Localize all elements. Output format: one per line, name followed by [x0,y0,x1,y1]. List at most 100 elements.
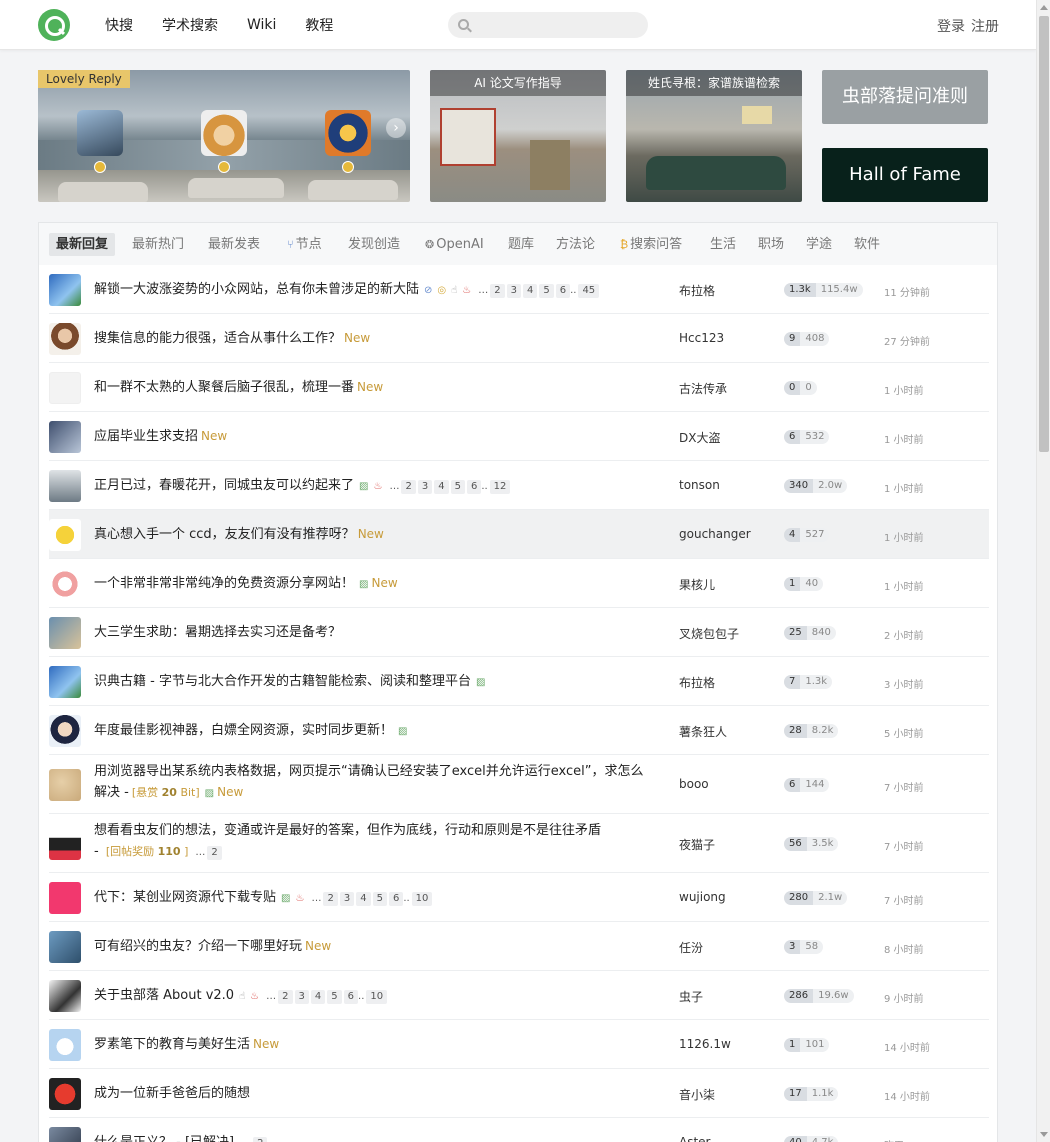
tab-nodes[interactable]: ⑂ 节点 [280,233,329,256]
topic-row[interactable]: 什么是正义？ - [已解决] …2 Aster 404.7k 昨天 23:31 [49,1118,989,1142]
topic-title[interactable]: 识典古籍 - 字节与北大合作开发的古籍智能检索、阅读和整理平台 ▨ [94,671,654,693]
topic-title[interactable]: 大三学生求助：暑期选择去实习还是备考？ [94,622,654,643]
topic-row[interactable]: 年度最佳影视神器，白嫖全网资源，实时同步更新！ ▨ 薯条狂人 28 8.2k 5 小时前 [49,706,989,755]
register-link[interactable]: 注册 [971,19,999,35]
page-link[interactable]: 2 [253,1137,268,1142]
topic-title[interactable]: 搜集信息的能力很强，适合从事什么工作？ New [94,328,654,349]
scrollbar-thumb[interactable] [1039,16,1049,452]
scroll-down-arrow-icon[interactable] [1040,1132,1048,1137]
page-link[interactable]: 10 [411,892,433,906]
page-link[interactable]: 2 [207,846,222,860]
page-link[interactable]: 2 [278,990,293,1004]
topic-title[interactable]: 解锁一大波涨姿势的小众网站，总有你未曾涉足的新大陆 ⊘ ◎ ☝ ♨… 2 3 4 5 6.. 45 [94,279,654,301]
topic-author[interactable]: 薯条狂人 [679,723,727,740]
page-link[interactable]: 4 [310,990,326,1004]
tab-software[interactable]: 软件 [847,233,887,256]
carousel-next-icon[interactable]: › [386,118,406,138]
topic-title-text[interactable]: 罗素笔下的教育与美好生活 [94,1037,250,1052]
topic-title[interactable]: 想看看虫友们的想法，变通或许是最好的答案，但作为底线，行动和原则是不是往往矛盾 -… [94,820,654,863]
page-link[interactable]: 6 [555,284,571,298]
page-link[interactable]: 2 [323,892,338,906]
topic-title-text[interactable]: 一个非常非常非常纯净的免费资源分享网站！ [94,576,354,591]
page-link[interactable]: 5 [327,990,342,1004]
avatar[interactable] [49,420,81,453]
topic-title-text[interactable]: 真心想入手一个 ccd，友友们有没有推荐呀？ [94,527,355,542]
page-link[interactable]: 5 [539,284,554,298]
avatar[interactable] [49,567,81,600]
topic-title-text[interactable]: 识典古籍 - 字节与北大合作开发的古籍智能检索、阅读和整理平台 [94,674,471,689]
tab-latest-post[interactable]: 最新发表 [201,233,267,256]
page-link[interactable]: 3 [339,892,355,906]
tab-search-qa[interactable]: ₿ 搜索问答 [613,233,689,256]
avatar[interactable] [49,827,81,860]
page-link[interactable]: 3 [417,480,433,494]
topic-author[interactable]: 叉烧包包子 [679,625,739,642]
page-link[interactable]: 4 [522,284,538,298]
topic-row[interactable]: 想看看虫友们的想法，变通或许是最好的答案，但作为底线，行动和原则是不是往往矛盾 -… [49,814,989,873]
topic-row[interactable]: 用浏览器导出某系统内表格数据，网页提示“请确认已经安装了excel并允许运行ex… [49,755,989,814]
tab-latest-reply[interactable]: 最新回复 [49,233,116,256]
topic-row[interactable]: 关于虫部落 About v2.0 ☝ ♨ … 2 3 4 5 6.. 10 虫子 286 19.6w 9 … [49,971,989,1020]
topic-title[interactable]: 和一群不太熟的人聚餐后脑子很乱，梳理一番 New [94,377,654,398]
topic-title[interactable]: 正月已过，春暖花开，同城虫友可以约起来了 ▨ ♨ … 2 3 4 5 6.. 12 [94,475,654,497]
page-link[interactable]: 4 [356,892,371,906]
featured-avatar[interactable] [77,110,123,156]
avatar[interactable] [49,665,81,698]
topic-title[interactable]: 一个非常非常非常纯净的免费资源分享网站！ ▨ New [94,573,654,595]
topic-row[interactable]: 搜集信息的能力很强，适合从事什么工作？ New Hcc123 9 408 27 分钟前 [49,314,989,363]
page-link[interactable]: 3 [506,284,521,298]
hall-of-fame-button[interactable]: Hall of Fame [822,148,988,202]
page-link[interactable]: 5 [450,480,465,494]
topic-author[interactable]: 布拉格 [679,674,715,691]
avatar[interactable] [49,1077,81,1110]
topic-title[interactable]: 应届毕业生求支招 New [94,426,654,447]
page-link[interactable]: 45 [578,284,600,298]
page-link[interactable]: 5 [372,892,387,906]
topic-author[interactable]: tonson [679,478,720,492]
avatar[interactable] [49,881,81,914]
topic-row[interactable]: 一个非常非常非常纯净的免费资源分享网站！ ▨ New 果核儿 1 40 1 小时前 [49,559,989,608]
avatar[interactable] [49,273,81,306]
lovely-reply-carousel[interactable]: › [38,70,410,202]
tab-question-bank[interactable]: 题库 [501,233,541,256]
topic-title[interactable]: 罗素笔下的教育与美好生活 New [94,1034,654,1055]
topic-title-text[interactable]: 想看看虫友们的想法，变通或许是最好的答案，但作为底线，行动和原则是不是往往矛盾 [94,823,601,838]
topic-author[interactable]: DX大盗 [679,429,720,446]
avatar[interactable] [49,930,81,963]
topic-title-text[interactable]: 年度最佳影视神器，白嫖全网资源，实时同步更新！ [94,723,393,738]
topic-title-text[interactable]: 代下：某创业网资源代下载专贴 [94,890,276,905]
featured-avatar[interactable] [325,110,371,156]
topic-title-text[interactable]: 正月已过，春暖花开，同城虫友可以约起来了 [94,478,354,493]
topic-author[interactable]: gouchanger [679,527,751,541]
topic-row[interactable]: 识典古籍 - 字节与北大合作开发的古籍智能检索、阅读和整理平台 ▨ 布拉格 7 1.3k… [49,657,989,706]
tab-methodology[interactable]: 方法论 [549,233,602,256]
topic-author[interactable]: 布拉格 [679,282,715,299]
topic-row[interactable]: 代下：某创业网资源代下载专贴 ▨ ♨ … 2 3 4 5 6.. 10 wujiong 280 2.1w… [49,873,989,922]
topic-author[interactable]: wujiong [679,890,726,904]
login-link[interactable]: 登录 [937,19,965,35]
featured-avatar[interactable] [201,110,247,156]
topic-title-text[interactable]: 什么是正义？ - [已解决] [94,1135,234,1142]
page-scrollbar[interactable] [1036,0,1050,1142]
search-input[interactable] [476,15,641,35]
topic-title[interactable]: 什么是正义？ - [已解决] …2 [94,1132,654,1142]
banner-ai-writing[interactable]: AI 论文写作指导 [430,70,606,202]
topic-title-text[interactable]: 大三学生求助：暑期选择去实习还是备考？ [94,625,341,640]
page-link[interactable]: 10 [366,990,388,1004]
page-link[interactable]: 12 [489,480,511,494]
page-link[interactable]: 4 [434,480,449,494]
nav-academic-search[interactable]: 学术搜索 [162,15,218,35]
topic-author[interactable]: Aster [679,1135,710,1142]
topic-title[interactable]: 成为一位新手爸爸后的随想 [94,1083,654,1104]
scroll-up-arrow-icon[interactable] [1040,5,1048,10]
avatar[interactable] [49,469,81,502]
topic-row[interactable]: 真心想入手一个 ccd，友友们有没有推荐呀？ New gouchanger 4 527 1… [49,510,989,559]
nav-wiki[interactable]: Wiki [247,17,276,33]
topic-title-text[interactable]: 解锁一大波涨姿势的小众网站，总有你未曾涉足的新大陆 [94,282,419,297]
topic-author[interactable]: 古法传承 [679,380,727,397]
topic-row[interactable]: 成为一位新手爸爸后的随想 音小柒 17 1.1k 14 小时前 [49,1069,989,1118]
topic-title-text[interactable]: 关于虫部落 About v2.0 [94,988,234,1003]
avatar[interactable] [49,616,81,649]
page-link[interactable]: 2 [401,480,416,494]
topic-title[interactable]: 用浏览器导出某系统内表格数据，网页提示“请确认已经安装了excel并允许运行ex… [94,761,654,804]
